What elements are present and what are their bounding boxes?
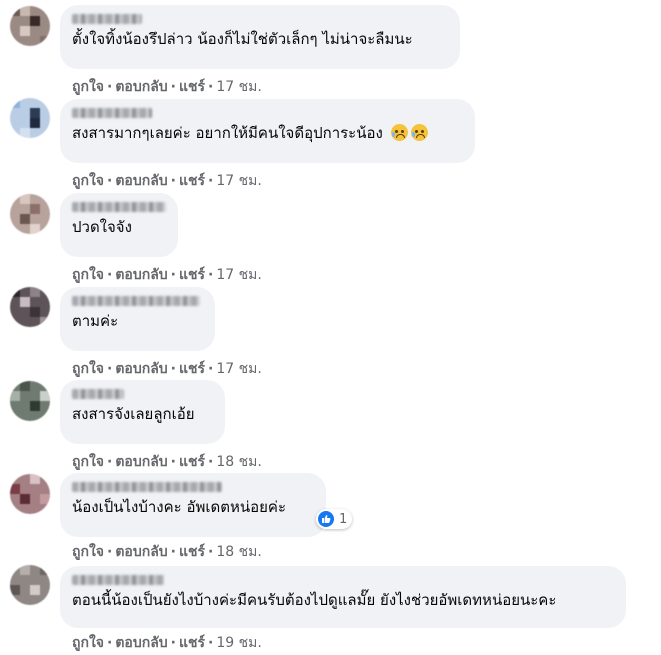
share-link[interactable]: แชร์ [179, 361, 205, 377]
crying-face-icon [410, 124, 428, 141]
separator: · [107, 361, 113, 377]
comment-time[interactable]: 19 ชม. [216, 635, 261, 651]
separator: · [208, 454, 214, 470]
comment-text: น้องเป็นไงบ้างคะ อัพเดตหน่อยค่ะ [72, 498, 287, 516]
separator: · [170, 454, 176, 470]
like-link[interactable]: ถูกใจ [72, 635, 104, 651]
separator: · [170, 267, 176, 283]
author-name[interactable] [72, 482, 222, 492]
share-link[interactable]: แชร์ [179, 544, 205, 560]
separator: · [107, 635, 113, 651]
separator: · [208, 635, 214, 651]
reply-link[interactable]: ตอบกลับ [115, 635, 167, 651]
author-name[interactable] [72, 14, 142, 24]
share-link[interactable]: แชร์ [179, 635, 205, 651]
comment-bubble: น้องเป็นไงบ้างคะ อัพเดตหน่อยค่ะ [60, 473, 326, 537]
comment-time[interactable]: 18 ชม. [216, 544, 261, 560]
like-link[interactable]: ถูกใจ [72, 544, 104, 560]
like-link[interactable]: ถูกใจ [72, 173, 104, 189]
author-name[interactable] [72, 296, 200, 306]
share-link[interactable]: แชร์ [179, 454, 205, 470]
avatar[interactable] [10, 287, 50, 327]
comment-bubble: ปวดใจจัง [60, 193, 178, 257]
separator: · [107, 454, 113, 470]
like-link[interactable]: ถูกใจ [72, 361, 104, 377]
separator: · [208, 79, 214, 95]
comment-text: สงสารมากๆเลยค่ะ อยากให้มีคนใจดีอุปการะน้… [72, 123, 463, 143]
comment-time[interactable]: 17 ชม. [216, 173, 261, 189]
comment-text: ตั้งใจทิ้งน้องรึปล่าว น้องก็ไม่ใช่ตัวเล็… [72, 30, 413, 48]
comment-actions: ถูกใจ · ตอบกลับ · แชร์ · 18 ชม. [72, 541, 262, 563]
share-link[interactable]: แชร์ [179, 173, 205, 189]
separator: · [170, 361, 176, 377]
comment-actions: ถูกใจ · ตอบกลับ · แชร์ · 17 ชม. [72, 264, 262, 286]
reaction-count: 1 [339, 511, 348, 527]
avatar[interactable] [10, 6, 50, 46]
like-link[interactable]: ถูกใจ [72, 454, 104, 470]
like-icon [318, 511, 334, 527]
comment-actions: ถูกใจ · ตอบกลับ · แชร์ · 17 ชม. [72, 76, 262, 98]
comment-actions: ถูกใจ · ตอบกลับ · แชร์ · 17 ชม. [72, 170, 262, 192]
comment-bubble: ตอนนี้น้องเป็นยังไงบ้างค่ะมีคนรับต้องไปด… [60, 566, 626, 628]
avatar[interactable] [10, 381, 50, 421]
reaction-badge[interactable]: 1 [316, 509, 353, 529]
share-link[interactable]: แชร์ [179, 79, 205, 95]
comment-bubble: ตั้งใจทิ้งน้องรึปล่าว น้องก็ไม่ใช่ตัวเล็… [60, 5, 460, 69]
crying-face-icon [390, 124, 408, 141]
separator: · [170, 544, 176, 560]
separator: · [107, 544, 113, 560]
reply-link[interactable]: ตอบกลับ [115, 79, 167, 95]
separator: · [107, 173, 113, 189]
separator: · [208, 267, 214, 283]
comment-bubble: สงสารมากๆเลยค่ะ อยากให้มีคนใจดีอุปการะน้… [60, 99, 475, 163]
comment-text: ปวดใจจัง [72, 218, 132, 236]
comment-time[interactable]: 18 ชม. [216, 454, 261, 470]
comment-text: ตามค่ะ [72, 312, 119, 330]
separator: · [170, 635, 176, 651]
comment-bubble: สงสารจังเลยลูกเอ้ย [60, 380, 225, 444]
comment-time[interactable]: 17 ชม. [216, 267, 261, 283]
separator: · [208, 544, 214, 560]
separator: · [107, 267, 113, 283]
comment-bubble: ตามค่ะ [60, 287, 215, 351]
separator: · [170, 79, 176, 95]
like-link[interactable]: ถูกใจ [72, 267, 104, 283]
comment-actions: ถูกใจ · ตอบกลับ · แชร์ · 18 ชม. [72, 451, 262, 473]
avatar[interactable] [10, 474, 50, 514]
reply-link[interactable]: ตอบกลับ [115, 544, 167, 560]
reply-link[interactable]: ตอบกลับ [115, 267, 167, 283]
reply-link[interactable]: ตอบกลับ [115, 361, 167, 377]
author-name[interactable] [72, 575, 164, 585]
separator: · [107, 79, 113, 95]
comment-text-content: สงสารมากๆเลยค่ะ อยากให้มีคนใจดีอุปการะน้… [72, 124, 383, 142]
separator: · [208, 173, 214, 189]
avatar[interactable] [10, 565, 50, 605]
comment-time[interactable]: 17 ชม. [216, 361, 261, 377]
reply-link[interactable]: ตอบกลับ [115, 173, 167, 189]
avatar[interactable] [10, 194, 50, 234]
reply-link[interactable]: ตอบกลับ [115, 454, 167, 470]
author-name[interactable] [72, 389, 124, 399]
avatar[interactable] [10, 98, 50, 138]
separator: · [170, 173, 176, 189]
comment-actions: ถูกใจ · ตอบกลับ · แชร์ · 17 ชม. [72, 358, 262, 380]
comment-actions: ถูกใจ · ตอบกลับ · แชร์ · 19 ชม. [72, 632, 262, 654]
author-name[interactable] [72, 108, 152, 118]
author-name[interactable] [72, 202, 166, 212]
comment-text: ตอนนี้น้องเป็นยังไงบ้างค่ะมีคนรับต้องไปด… [72, 591, 557, 609]
comment-time[interactable]: 17 ชม. [216, 79, 261, 95]
separator: · [208, 361, 214, 377]
share-link[interactable]: แชร์ [179, 267, 205, 283]
like-link[interactable]: ถูกใจ [72, 79, 104, 95]
comment-text: สงสารจังเลยลูกเอ้ย [72, 405, 195, 423]
thumbs-up-icon [322, 514, 331, 523]
